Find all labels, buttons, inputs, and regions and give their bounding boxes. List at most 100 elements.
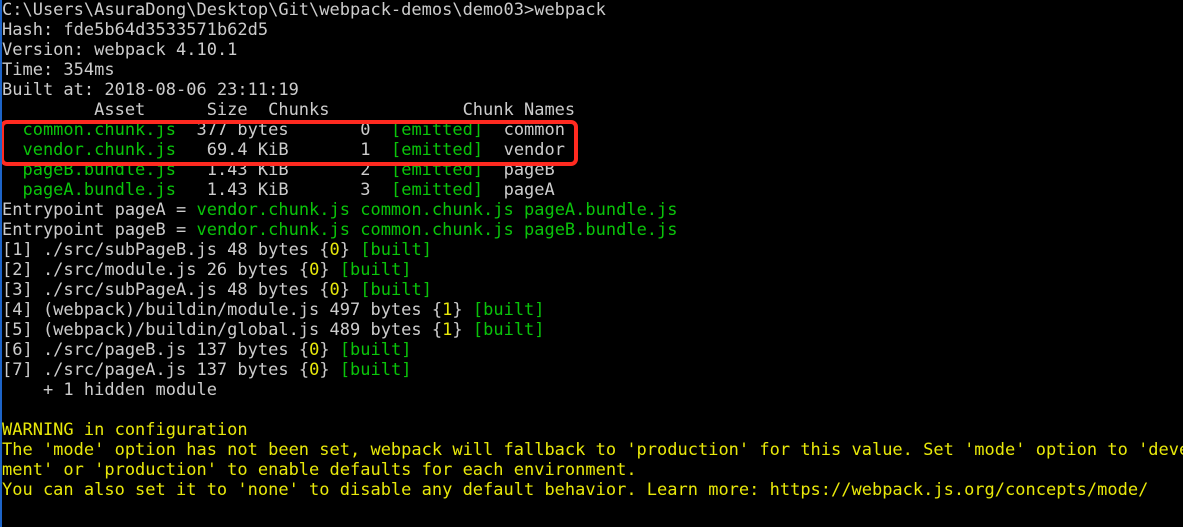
module-chunk-id: 0 <box>329 280 340 300</box>
module-info: [4] (webpack)/buildin/module.js 497 byte… <box>2 300 432 320</box>
asset-status: [emitted] <box>390 180 484 200</box>
hash-value: fde5b64d3533571b62d5 <box>63 20 269 40</box>
brace-close: } <box>452 300 463 320</box>
module-list: [1] ./src/subPageB.js 48 bytes {0} [buil… <box>2 240 1183 380</box>
version-value: webpack 4.10.1 <box>94 40 238 60</box>
module-flag: [built] <box>339 360 412 380</box>
module-row: [1] ./src/subPageB.js 48 bytes {0} [buil… <box>2 240 1183 260</box>
module-info: [7] ./src/pageA.js 137 bytes <box>2 360 299 380</box>
brace-open: { <box>298 360 310 380</box>
asset-status: [emitted] <box>390 120 484 140</box>
asset-chunk-names: common <box>503 120 565 140</box>
brace-open: { <box>319 280 330 300</box>
asset-status: [emitted] <box>390 160 484 180</box>
asset-status: [emitted] <box>390 140 484 160</box>
asset-size: 1.43 KiB <box>176 160 289 180</box>
prompt-line: C:\Users\AsuraDong\Desktop\Git\webpack-d… <box>2 0 1183 20</box>
warning-text: ment' or 'production' to enable defaults… <box>2 460 637 480</box>
warning-body: The 'mode' option has not been set, webp… <box>2 440 1183 500</box>
module-chunk-id: 0 <box>329 240 340 260</box>
brace-close: } <box>319 340 330 360</box>
module-row: [6] ./src/pageB.js 137 bytes {0} [built] <box>2 340 1183 360</box>
asset-row: pageB.bundle.js 1.43 KiB 2 [emitted] pag… <box>2 160 1183 180</box>
asset-row: vendor.chunk.js 69.4 KiB 1 [emitted] ven… <box>2 140 1183 160</box>
brace-close: } <box>319 260 330 280</box>
built-at-label: Built at: <box>2 80 105 100</box>
warning-heading: WARNING in configuration <box>2 420 248 440</box>
module-row: [4] (webpack)/buildin/module.js 497 byte… <box>2 300 1183 320</box>
entrypoint-row: Entrypoint pageB = vendor.chunk.js commo… <box>2 220 1183 240</box>
asset-name: common.chunk.js <box>2 120 176 140</box>
asset-chunk-names: pageB <box>503 160 555 180</box>
console-output: C:\Users\AsuraDong\Desktop\Git\webpack-d… <box>0 0 1183 500</box>
module-info: [1] ./src/subPageB.js 48 bytes <box>2 240 320 260</box>
entrypoint-row: Entrypoint pageA = vendor.chunk.js commo… <box>2 200 1183 220</box>
hidden-module-text: + 1 hidden module <box>2 380 217 400</box>
terminal-window: C:\Users\AsuraDong\Desktop\Git\webpack-d… <box>0 0 1183 527</box>
asset-size: 377 bytes <box>176 120 289 140</box>
brace-open: { <box>298 340 310 360</box>
warning-text: You can also set it to 'none' to disable… <box>2 480 1149 500</box>
module-chunk-id: 1 <box>442 320 453 340</box>
module-info: [6] ./src/pageB.js 137 bytes <box>2 340 299 360</box>
asset-row: common.chunk.js 377 bytes 0 [emitted] co… <box>2 120 1183 140</box>
hash-label: Hash: <box>2 20 64 40</box>
brace-open: { <box>431 320 443 340</box>
module-info: [2] ./src/module.js 26 bytes <box>2 260 299 280</box>
asset-chunk-names: pageA <box>503 180 555 200</box>
asset-chunk-names: vendor <box>503 140 565 160</box>
module-info: [3] ./src/subPageA.js 48 bytes <box>2 280 320 300</box>
asset-chunks: 0 <box>288 120 371 140</box>
brace-close: } <box>339 280 351 300</box>
entrypoint-label: Entrypoint pageA = <box>2 200 197 220</box>
window-left-edge <box>0 0 2 527</box>
asset-size: 69.4 KiB <box>176 140 289 160</box>
warning-heading-line: WARNING in configuration <box>2 420 1183 440</box>
asset-name: pageB.bundle.js <box>2 160 176 180</box>
brace-open: { <box>319 240 330 260</box>
brace-close: } <box>452 320 463 340</box>
module-chunk-id: 0 <box>309 340 320 360</box>
module-row: [7] ./src/pageA.js 137 bytes {0} [built] <box>2 360 1183 380</box>
warning-text: The 'mode' option has not been set, webp… <box>2 440 1183 460</box>
assets-table-header-text: Asset Size Chunks Chunk Names <box>2 100 576 120</box>
brace-open: { <box>298 260 310 280</box>
asset-chunks: 3 <box>288 180 371 200</box>
brace-close: } <box>319 360 330 380</box>
brace-close: } <box>339 240 351 260</box>
warning-line: ment' or 'production' to enable defaults… <box>2 460 1183 480</box>
time-label: Time: <box>2 60 64 80</box>
asset-size: 1.43 KiB <box>176 180 289 200</box>
brace-open: { <box>431 300 443 320</box>
module-chunk-id: 1 <box>442 300 453 320</box>
entrypoint-list: Entrypoint pageA = vendor.chunk.js commo… <box>2 200 1183 240</box>
hash-line: Hash: fde5b64d3533571b62d5 <box>2 20 1183 40</box>
version-line: Version: webpack 4.10.1 <box>2 40 1183 60</box>
built-at-line: Built at: 2018-08-06 23:11:19 <box>2 80 1183 100</box>
warning-line: The 'mode' option has not been set, webp… <box>2 440 1183 460</box>
module-info: [5] (webpack)/buildin/global.js 489 byte… <box>2 320 432 340</box>
time-line: Time: 354ms <box>2 60 1183 80</box>
entrypoint-assets: vendor.chunk.js common.chunk.js pageB.bu… <box>196 220 678 240</box>
assets-table-body: common.chunk.js 377 bytes 0 [emitted] co… <box>2 120 1183 200</box>
hidden-module-line: + 1 hidden module <box>2 380 1183 400</box>
module-flag: [built] <box>360 240 432 260</box>
assets-table-header: Asset Size Chunks Chunk Names <box>2 100 1183 120</box>
module-row: [2] ./src/module.js 26 bytes {0} [built] <box>2 260 1183 280</box>
built-at-value: 2018-08-06 23:11:19 <box>104 80 299 100</box>
asset-row: pageA.bundle.js 1.43 KiB 3 [emitted] pag… <box>2 180 1183 200</box>
